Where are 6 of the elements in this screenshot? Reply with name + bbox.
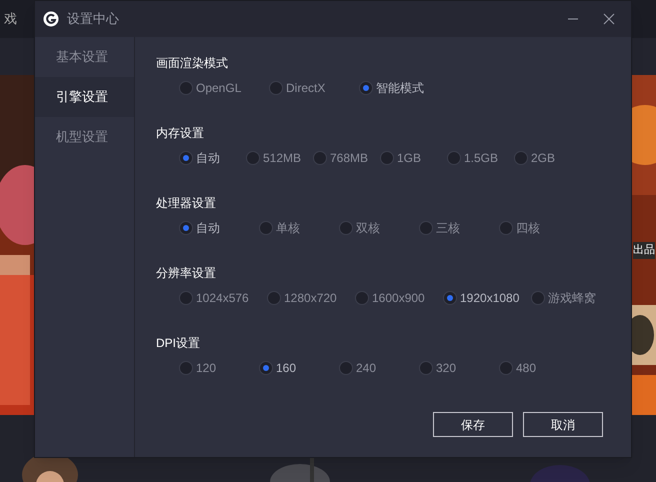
sidebar-item[interactable]: 基本设置 xyxy=(35,37,134,77)
section-title: 画面渲染模式 xyxy=(156,55,228,72)
window-title: 设置中心 xyxy=(67,10,119,28)
dialog-button[interactable]: 保存 xyxy=(433,412,513,437)
tab-label[interactable]: 戏 xyxy=(4,9,17,29)
dialog-button[interactable]: 取消 xyxy=(523,412,603,437)
